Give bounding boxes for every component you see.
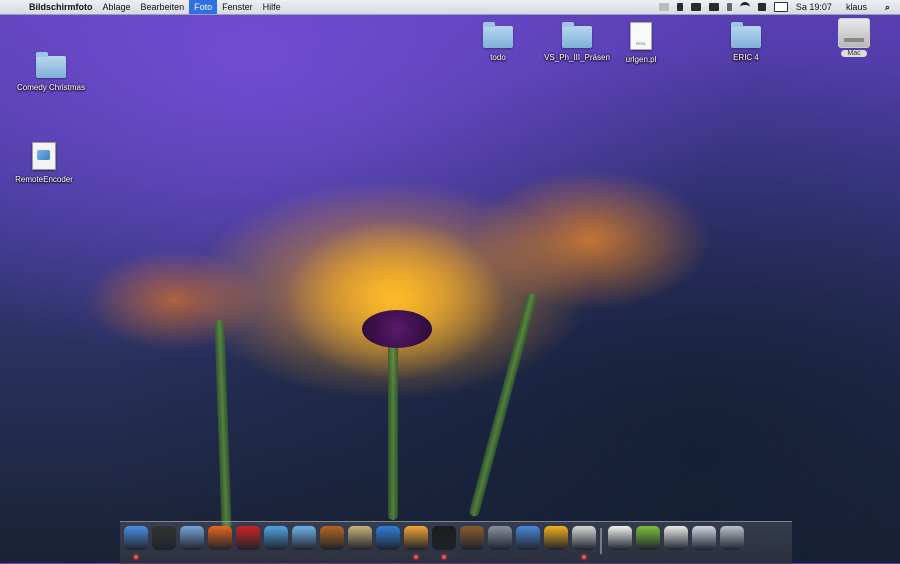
folder-icon (731, 22, 761, 48)
mail-icon[interactable] (180, 526, 204, 550)
hard-drive-icon (838, 18, 870, 48)
ichat-icon[interactable] (264, 526, 288, 550)
flower-center (362, 310, 432, 348)
desktop-icon-label: urlgen.pl (625, 55, 657, 64)
spaces-icon[interactable] (658, 3, 669, 11)
running-indicator (414, 555, 418, 559)
flower-stem (214, 319, 232, 531)
desktop-icon-urlgen-pl[interactable]: PERL urlgen.pl (596, 22, 686, 64)
window-app-icon[interactable] (692, 526, 716, 550)
status-area: Sa 19:07 klaus ⌕ (655, 0, 900, 14)
script-menu-icon[interactable] (676, 3, 683, 11)
photo-app-icon[interactable] (404, 526, 428, 550)
user-menu[interactable]: klaus (842, 0, 871, 14)
imovie-star-icon[interactable] (348, 526, 372, 550)
desktop-icon-todo[interactable]: todo (453, 22, 543, 62)
menu-hilfe[interactable]: Hilfe (258, 0, 286, 14)
document-type-tag: PERL (635, 41, 647, 46)
clock[interactable]: Sa 19:07 (792, 0, 836, 14)
desktop-icon-label: RemoteEncoder (15, 175, 73, 184)
menu-ablage[interactable]: Ablage (98, 0, 136, 14)
folder-icon (562, 22, 592, 48)
activity-status-icon[interactable] (708, 3, 719, 11)
flower-stem (388, 330, 398, 520)
folder-icon (483, 22, 513, 48)
spotlight-icon[interactable]: ⌕ (881, 0, 894, 14)
bluetooth-icon[interactable] (726, 3, 732, 11)
firefox-icon[interactable] (208, 526, 232, 550)
running-indicator (442, 555, 446, 559)
desktop-icon-eric-4[interactable]: ERIC 4 (701, 22, 791, 62)
desktop-icon-remoteencoder[interactable]: RemoteEncoder (0, 142, 89, 184)
trash-icon[interactable] (720, 526, 744, 550)
desktop-icon-comedy-christmas[interactable]: Comedy Christmas (6, 52, 96, 92)
desktop-icon-label: ERIC 4 (733, 53, 759, 62)
finder-icon[interactable] (124, 526, 148, 550)
chart-app-icon[interactable] (516, 526, 540, 550)
utility-icon[interactable] (488, 526, 512, 550)
itunes-icon[interactable] (292, 526, 316, 550)
dock (120, 521, 792, 564)
screenshot-app-icon[interactable] (572, 526, 596, 550)
perl-document-icon: PERL (630, 22, 652, 50)
quicktime-icon[interactable] (376, 526, 400, 550)
desktop-icon-label: Mac (841, 50, 867, 57)
network-app-icon[interactable] (544, 526, 568, 550)
menu-fenster[interactable]: Fenster (217, 0, 258, 14)
menu-bearbeiten[interactable]: Bearbeiten (136, 0, 190, 14)
android-app-icon[interactable] (636, 526, 660, 550)
terminal-status-icon[interactable] (690, 3, 701, 11)
running-indicator (582, 555, 586, 559)
app-red-star-icon[interactable] (236, 526, 260, 550)
menu-bar: Bildschirmfoto Ablage Bearbeiten Foto Fe… (0, 0, 900, 15)
wifi-icon[interactable] (739, 1, 750, 13)
flower-stem (468, 292, 538, 518)
running-indicator (134, 555, 138, 559)
desktop-icon-label: todo (490, 53, 506, 62)
keynote-icon[interactable] (460, 526, 484, 550)
dock-separator (600, 528, 602, 554)
menu-foto[interactable]: Foto (189, 0, 218, 14)
desktop-icon-label: Comedy Christmas (16, 83, 85, 92)
application-document-icon (32, 142, 56, 170)
folder-icon (36, 52, 66, 78)
terminal-icon[interactable] (432, 526, 456, 550)
desktop-icon-mac-drive[interactable]: Mac (809, 18, 899, 57)
volume-icon[interactable] (757, 3, 766, 11)
iphoto-icon[interactable] (320, 526, 344, 550)
text-document-icon[interactable] (664, 526, 688, 550)
dashboard-icon[interactable] (152, 526, 176, 550)
app-menu[interactable]: Bildschirmfoto (24, 0, 98, 14)
battery-icon[interactable] (773, 2, 788, 12)
document-icon[interactable] (608, 526, 632, 550)
